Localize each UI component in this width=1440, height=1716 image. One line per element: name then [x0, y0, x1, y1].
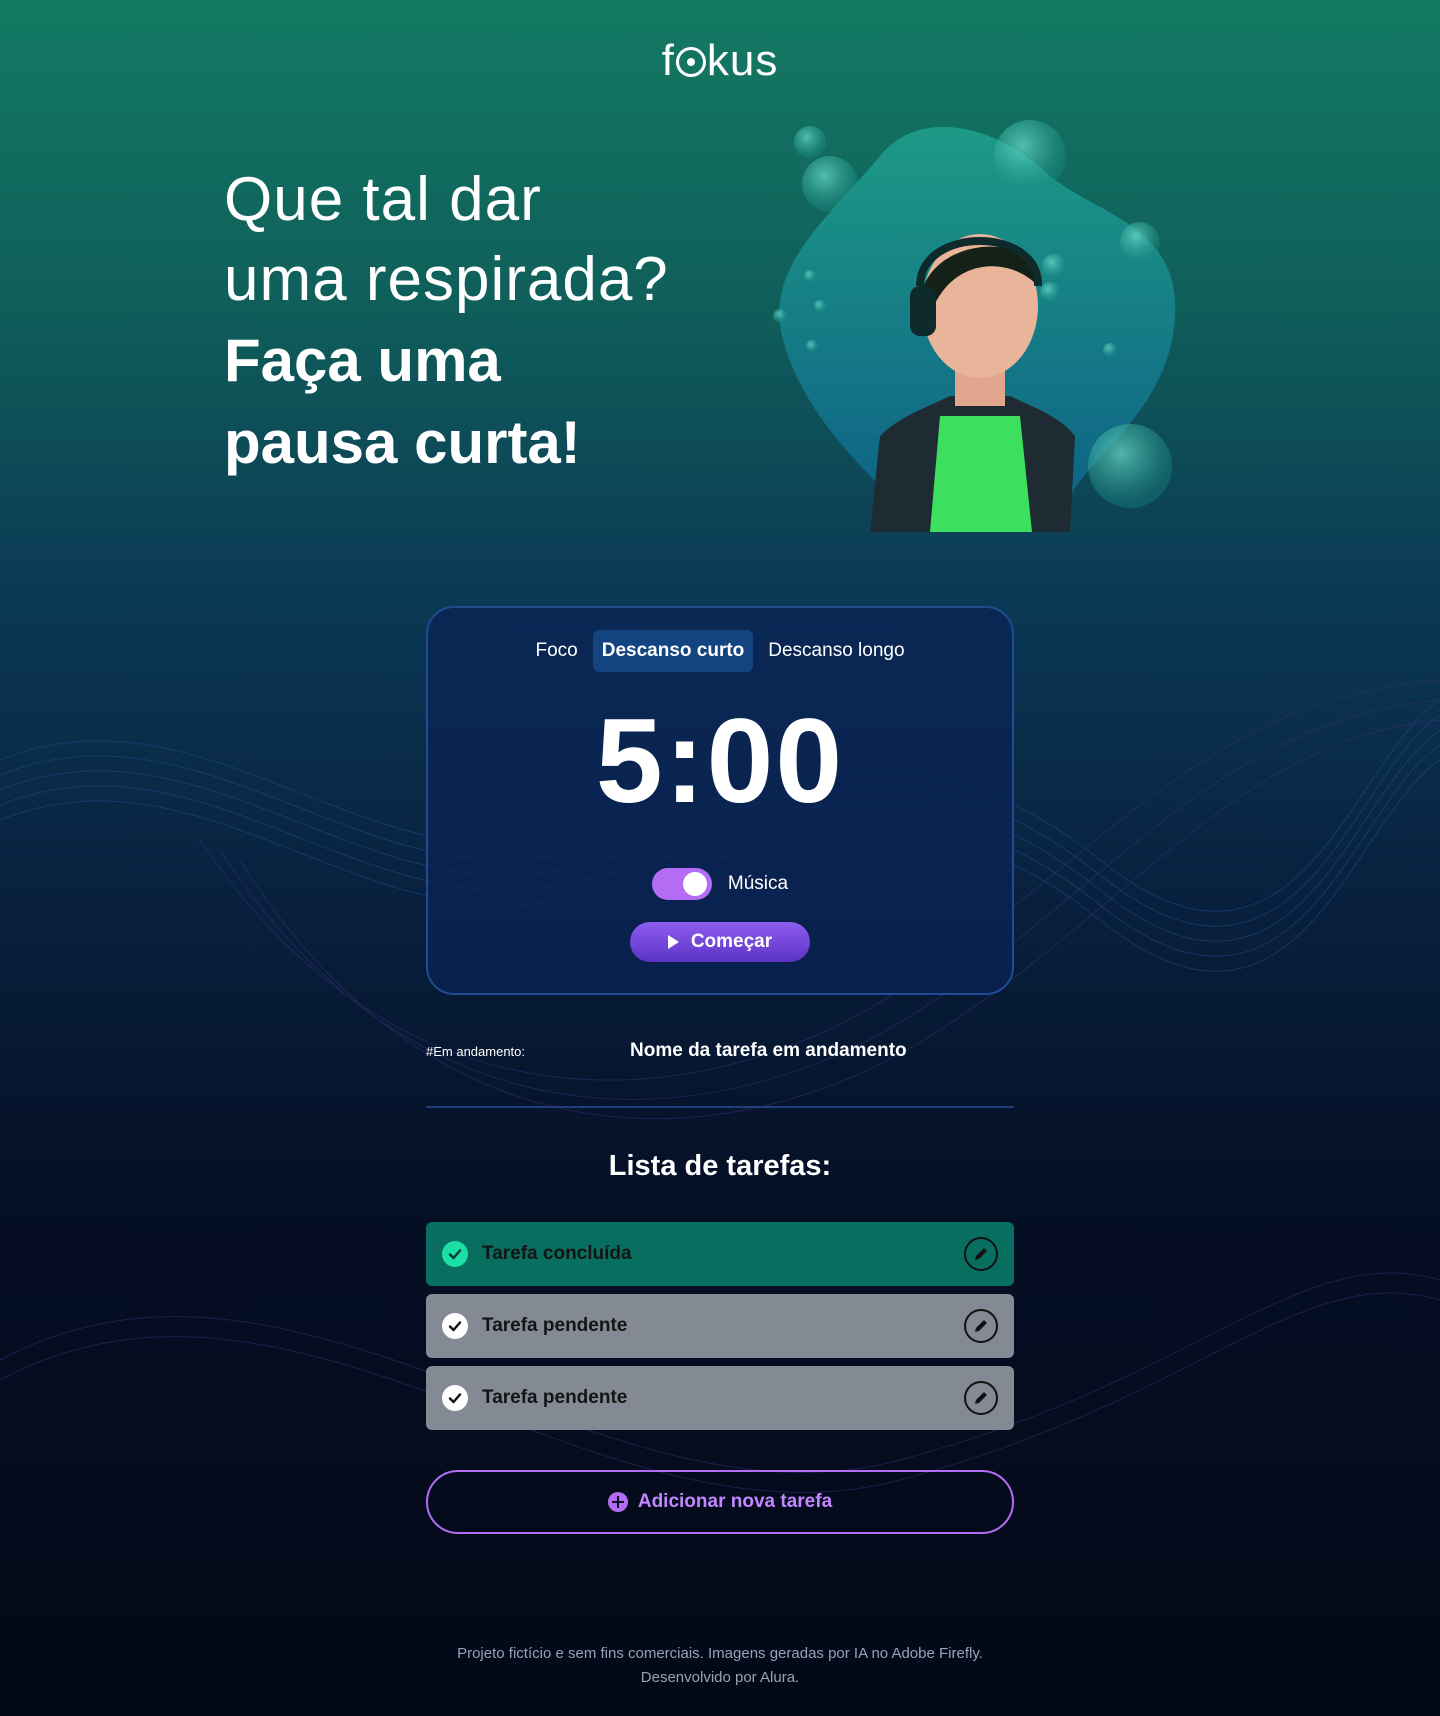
music-toggle[interactable]	[651, 868, 712, 900]
check-icon[interactable]	[442, 1313, 468, 1339]
pencil-icon[interactable]	[964, 1381, 998, 1415]
add-task-label: Adicionar nova tarefa	[637, 1491, 833, 1512]
current-task-label: #Em andamento:	[426, 1044, 526, 1059]
task-list-title: Lista de tarefas:	[608, 1150, 832, 1182]
music-control: Música	[428, 868, 1012, 900]
task-item[interactable]: Tarefa pendente	[426, 1366, 1014, 1430]
plus-circle-icon	[607, 1492, 628, 1512]
tab-descanso-curto[interactable]: Descanso curto	[592, 630, 754, 672]
current-task-name: Nome da tarefa em andamento	[630, 1040, 907, 1061]
pencil-icon[interactable]	[964, 1237, 998, 1271]
hero-line-3: Faça uma	[224, 327, 501, 394]
task-name: Tarefa pendente	[482, 1315, 628, 1336]
tab-descanso-longo[interactable]: Descanso longo	[759, 630, 913, 672]
start-button-label: Começar	[690, 931, 773, 952]
timer-card: Foco Descanso curto Descanso longo 5:00 …	[426, 606, 1014, 995]
task-item[interactable]: Tarefa pendente	[426, 1294, 1014, 1358]
tab-foco[interactable]: Foco	[526, 630, 586, 672]
footer-line-1: Projeto fictício e sem fins comerciais. …	[457, 1645, 983, 1662]
music-label: Música	[727, 873, 789, 894]
timer-display: 5:00	[595, 694, 845, 828]
target-icon	[675, 47, 706, 77]
timer-tabs: Foco Descanso curto Descanso longo	[428, 630, 1012, 672]
footer-line-2: Desenvolvido por Alura.	[640, 1669, 800, 1686]
task-name: Tarefa concluída	[482, 1243, 632, 1264]
hero-line-1: Que tal dar	[224, 165, 542, 234]
task-name: Tarefa pendente	[482, 1387, 628, 1408]
hero-line-4: pausa curta!	[224, 409, 581, 476]
brand-logo: f kus	[661, 36, 779, 85]
add-task-button[interactable]: Adicionar nova tarefa	[426, 1470, 1014, 1534]
hero-illustration	[773, 120, 1176, 532]
footer: Projeto fictício e sem fins comerciais. …	[0, 1642, 1440, 1690]
start-button[interactable]: Começar	[630, 922, 810, 962]
toggle-knob	[682, 872, 707, 896]
task-list: Tarefa concluída Tarefa pendente Tarefa …	[426, 1222, 1014, 1438]
hero-headline: Que tal dar uma respirada? Faça uma paus…	[224, 160, 744, 484]
play-icon	[667, 935, 679, 949]
check-icon[interactable]	[442, 1385, 468, 1411]
task-item[interactable]: Tarefa concluída	[426, 1222, 1014, 1286]
current-task: #Em andamento: Nome da tarefa em andamen…	[426, 1040, 1014, 1108]
hero-line-2: uma respirada?	[224, 245, 669, 314]
pencil-icon[interactable]	[964, 1309, 998, 1343]
check-icon[interactable]	[442, 1241, 468, 1267]
